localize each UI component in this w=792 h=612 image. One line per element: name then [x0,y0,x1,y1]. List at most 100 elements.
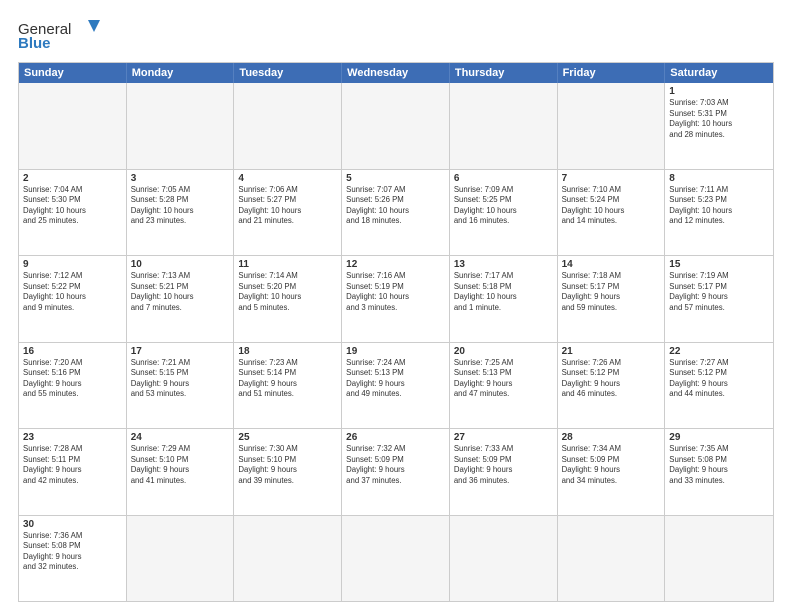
day-number: 25 [238,432,337,443]
calendar-header: SundayMondayTuesdayWednesdayThursdayFrid… [19,63,773,83]
cell-info: Sunrise: 7:28 AM Sunset: 5:11 PM Dayligh… [23,444,122,486]
cell-info: Sunrise: 7:14 AM Sunset: 5:20 PM Dayligh… [238,271,337,313]
day-cell-23: 23Sunrise: 7:28 AM Sunset: 5:11 PM Dayli… [19,429,127,515]
day-number: 14 [562,259,661,270]
day-header-monday: Monday [127,63,235,83]
day-cell-13: 13Sunrise: 7:17 AM Sunset: 5:18 PM Dayli… [450,256,558,342]
cell-info: Sunrise: 7:10 AM Sunset: 5:24 PM Dayligh… [562,185,661,227]
empty-cell [450,516,558,602]
day-cell-15: 15Sunrise: 7:19 AM Sunset: 5:17 PM Dayli… [665,256,773,342]
day-number: 27 [454,432,553,443]
day-number: 11 [238,259,337,270]
day-number: 5 [346,173,445,184]
calendar-row-5: 30Sunrise: 7:36 AM Sunset: 5:08 PM Dayli… [19,515,773,602]
day-number: 10 [131,259,230,270]
day-cell-28: 28Sunrise: 7:34 AM Sunset: 5:09 PM Dayli… [558,429,666,515]
cell-info: Sunrise: 7:27 AM Sunset: 5:12 PM Dayligh… [669,358,769,400]
empty-cell [127,516,235,602]
cell-info: Sunrise: 7:11 AM Sunset: 5:23 PM Dayligh… [669,185,769,227]
cell-info: Sunrise: 7:03 AM Sunset: 5:31 PM Dayligh… [669,98,769,140]
calendar-row-4: 23Sunrise: 7:28 AM Sunset: 5:11 PM Dayli… [19,428,773,515]
day-header-friday: Friday [558,63,666,83]
day-cell-5: 5Sunrise: 7:07 AM Sunset: 5:26 PM Daylig… [342,170,450,256]
cell-info: Sunrise: 7:18 AM Sunset: 5:17 PM Dayligh… [562,271,661,313]
cell-info: Sunrise: 7:04 AM Sunset: 5:30 PM Dayligh… [23,185,122,227]
day-cell-24: 24Sunrise: 7:29 AM Sunset: 5:10 PM Dayli… [127,429,235,515]
calendar-row-0: 1Sunrise: 7:03 AM Sunset: 5:31 PM Daylig… [19,83,773,169]
day-number: 7 [562,173,661,184]
cell-info: Sunrise: 7:36 AM Sunset: 5:08 PM Dayligh… [23,531,122,573]
cell-info: Sunrise: 7:05 AM Sunset: 5:28 PM Dayligh… [131,185,230,227]
day-cell-21: 21Sunrise: 7:26 AM Sunset: 5:12 PM Dayli… [558,343,666,429]
empty-cell [342,83,450,169]
day-number: 3 [131,173,230,184]
calendar-row-1: 2Sunrise: 7:04 AM Sunset: 5:30 PM Daylig… [19,169,773,256]
day-number: 20 [454,346,553,357]
day-number: 22 [669,346,769,357]
cell-info: Sunrise: 7:33 AM Sunset: 5:09 PM Dayligh… [454,444,553,486]
cell-info: Sunrise: 7:26 AM Sunset: 5:12 PM Dayligh… [562,358,661,400]
day-number: 13 [454,259,553,270]
day-number: 16 [23,346,122,357]
calendar: SundayMondayTuesdayWednesdayThursdayFrid… [18,62,774,602]
day-number: 4 [238,173,337,184]
day-number: 21 [562,346,661,357]
day-header-thursday: Thursday [450,63,558,83]
day-cell-30: 30Sunrise: 7:36 AM Sunset: 5:08 PM Dayli… [19,516,127,602]
cell-info: Sunrise: 7:34 AM Sunset: 5:09 PM Dayligh… [562,444,661,486]
cell-info: Sunrise: 7:17 AM Sunset: 5:18 PM Dayligh… [454,271,553,313]
cell-info: Sunrise: 7:12 AM Sunset: 5:22 PM Dayligh… [23,271,122,313]
cell-info: Sunrise: 7:16 AM Sunset: 5:19 PM Dayligh… [346,271,445,313]
day-number: 18 [238,346,337,357]
day-cell-22: 22Sunrise: 7:27 AM Sunset: 5:12 PM Dayli… [665,343,773,429]
calendar-row-2: 9Sunrise: 7:12 AM Sunset: 5:22 PM Daylig… [19,255,773,342]
day-cell-12: 12Sunrise: 7:16 AM Sunset: 5:19 PM Dayli… [342,256,450,342]
day-number: 29 [669,432,769,443]
cell-info: Sunrise: 7:32 AM Sunset: 5:09 PM Dayligh… [346,444,445,486]
cell-info: Sunrise: 7:30 AM Sunset: 5:10 PM Dayligh… [238,444,337,486]
day-cell-8: 8Sunrise: 7:11 AM Sunset: 5:23 PM Daylig… [665,170,773,256]
cell-info: Sunrise: 7:13 AM Sunset: 5:21 PM Dayligh… [131,271,230,313]
day-cell-17: 17Sunrise: 7:21 AM Sunset: 5:15 PM Dayli… [127,343,235,429]
empty-cell [558,83,666,169]
page: GeneralBlue SundayMondayTuesdayWednesday… [0,0,792,612]
cell-info: Sunrise: 7:23 AM Sunset: 5:14 PM Dayligh… [238,358,337,400]
logo-svg: GeneralBlue [18,18,108,54]
day-number: 2 [23,173,122,184]
day-cell-6: 6Sunrise: 7:09 AM Sunset: 5:25 PM Daylig… [450,170,558,256]
empty-cell [127,83,235,169]
empty-cell [558,516,666,602]
day-cell-7: 7Sunrise: 7:10 AM Sunset: 5:24 PM Daylig… [558,170,666,256]
day-cell-16: 16Sunrise: 7:20 AM Sunset: 5:16 PM Dayli… [19,343,127,429]
day-cell-2: 2Sunrise: 7:04 AM Sunset: 5:30 PM Daylig… [19,170,127,256]
day-cell-11: 11Sunrise: 7:14 AM Sunset: 5:20 PM Dayli… [234,256,342,342]
day-number: 1 [669,86,769,97]
day-cell-1: 1Sunrise: 7:03 AM Sunset: 5:31 PM Daylig… [665,83,773,169]
cell-info: Sunrise: 7:09 AM Sunset: 5:25 PM Dayligh… [454,185,553,227]
cell-info: Sunrise: 7:29 AM Sunset: 5:10 PM Dayligh… [131,444,230,486]
day-cell-3: 3Sunrise: 7:05 AM Sunset: 5:28 PM Daylig… [127,170,235,256]
empty-cell [450,83,558,169]
day-cell-14: 14Sunrise: 7:18 AM Sunset: 5:17 PM Dayli… [558,256,666,342]
day-header-tuesday: Tuesday [234,63,342,83]
day-number: 6 [454,173,553,184]
day-number: 30 [23,519,122,530]
logo: GeneralBlue [18,18,108,54]
day-cell-26: 26Sunrise: 7:32 AM Sunset: 5:09 PM Dayli… [342,429,450,515]
day-header-sunday: Sunday [19,63,127,83]
svg-text:Blue: Blue [18,35,51,52]
day-cell-18: 18Sunrise: 7:23 AM Sunset: 5:14 PM Dayli… [234,343,342,429]
day-cell-19: 19Sunrise: 7:24 AM Sunset: 5:13 PM Dayli… [342,343,450,429]
day-number: 12 [346,259,445,270]
day-cell-10: 10Sunrise: 7:13 AM Sunset: 5:21 PM Dayli… [127,256,235,342]
cell-info: Sunrise: 7:24 AM Sunset: 5:13 PM Dayligh… [346,358,445,400]
day-number: 23 [23,432,122,443]
header: GeneralBlue [18,18,774,54]
cell-info: Sunrise: 7:21 AM Sunset: 5:15 PM Dayligh… [131,358,230,400]
day-number: 19 [346,346,445,357]
cell-info: Sunrise: 7:19 AM Sunset: 5:17 PM Dayligh… [669,271,769,313]
empty-cell [665,516,773,602]
day-number: 28 [562,432,661,443]
day-number: 8 [669,173,769,184]
day-cell-29: 29Sunrise: 7:35 AM Sunset: 5:08 PM Dayli… [665,429,773,515]
